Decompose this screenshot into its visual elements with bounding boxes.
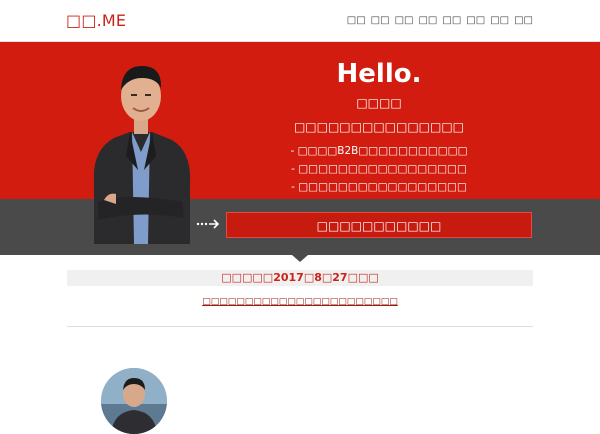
nav-item-1[interactable]: □□ bbox=[347, 14, 366, 28]
cta-button[interactable]: □□□□□□□□□□□ bbox=[226, 212, 532, 238]
site-logo[interactable]: □□.ME bbox=[66, 11, 126, 30]
site-header: □□.ME □□ □□ □□ □□ □□ □□ □□ □□ bbox=[0, 0, 600, 42]
hero-tagline: □□□□□□□□□□□□□□□ bbox=[293, 120, 465, 134]
highlight-item: - □□□□□□□□□□□□□□□□□ bbox=[291, 181, 467, 193]
announcement-link[interactable]: □□□□□□□□□□□□□□□□□□□□□□□ bbox=[67, 296, 533, 308]
hero-greeting: Hello. bbox=[336, 59, 422, 89]
hero-name: □□□□ bbox=[356, 96, 402, 110]
nav-item-7[interactable]: □□ bbox=[490, 14, 509, 28]
avatar bbox=[101, 368, 167, 434]
main-nav: □□ □□ □□ □□ □□ □□ □□ □□ bbox=[347, 14, 533, 28]
nav-item-6[interactable]: □□ bbox=[466, 14, 485, 28]
nav-item-8[interactable]: □□ bbox=[514, 14, 533, 28]
highlight-item: - □□□□B2B□□□□□□□□□□□ bbox=[290, 145, 468, 157]
section-pointer bbox=[292, 255, 308, 262]
nav-item-2[interactable]: □□ bbox=[371, 14, 390, 28]
nav-item-3[interactable]: □□ bbox=[395, 14, 414, 28]
nav-item-4[interactable]: □□ bbox=[418, 14, 437, 28]
dotted-arrow-right-icon bbox=[196, 219, 220, 229]
nav-item-5[interactable]: □□ bbox=[442, 14, 461, 28]
date-banner: □□□□□2017□8□27□□□ bbox=[67, 270, 533, 286]
highlight-item: - □□□□□□□□□□□□□□□□□ bbox=[291, 163, 467, 175]
profile-portrait bbox=[93, 66, 191, 244]
hero-highlights: - □□□□B2B□□□□□□□□□□□ - □□□□□□□□□□□□□□□□□… bbox=[226, 142, 532, 196]
section-divider bbox=[67, 326, 533, 327]
